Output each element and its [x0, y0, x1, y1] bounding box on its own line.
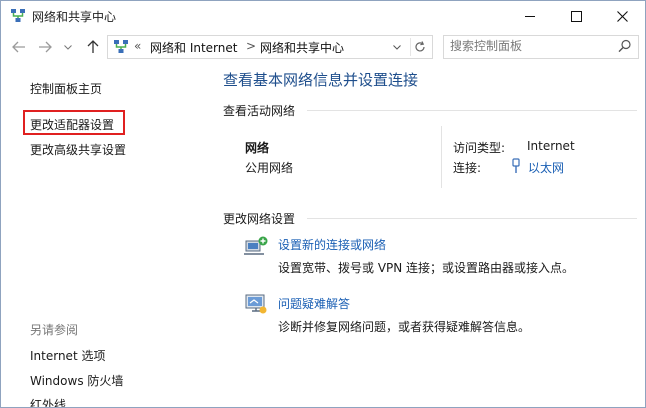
back-button[interactable] — [9, 37, 29, 57]
breadcrumb-network-sharing-center[interactable]: 网络和共享中心 — [260, 39, 344, 56]
window-title: 网络和共享中心 — [32, 10, 117, 24]
search-box[interactable] — [443, 35, 639, 59]
connection-label: 连接: — [453, 161, 482, 175]
forward-arrow-icon — [39, 41, 52, 53]
see-also-infrared[interactable]: 红外线 — [30, 396, 66, 407]
setup-connection-link[interactable]: 设置新的连接或网络 — [278, 236, 386, 253]
page-title: 查看基本网络信息并设置连接 — [223, 71, 419, 89]
breadcrumb-overflow[interactable]: « — [134, 39, 141, 53]
troubleshoot-link[interactable]: 问题疑难解答 — [278, 295, 350, 312]
sidebar-item-control-panel-home[interactable]: 控制面板主页 — [30, 80, 102, 97]
ethernet-icon — [512, 158, 520, 173]
access-type-label: 访问类型: — [453, 141, 506, 155]
divider — [441, 126, 442, 188]
search-icon[interactable] — [618, 39, 632, 53]
close-icon — [616, 10, 628, 22]
network-center-icon — [114, 40, 128, 53]
up-arrow-icon — [87, 40, 99, 53]
refresh-button[interactable] — [410, 38, 429, 56]
network-category: 公用网络 — [245, 161, 294, 175]
refresh-icon — [415, 41, 425, 52]
chevron-down-icon — [393, 44, 401, 50]
maximize-icon — [570, 10, 582, 22]
address-bar[interactable]: « 网络和 Internet > 网络和共享中心 — [107, 35, 433, 59]
navigation-bar: « 网络和 Internet > 网络和共享中心 — [1, 31, 645, 63]
window: 网络和共享中心 « 网络和 Internet > 网络和共享中心 搜索控制面板 … — [0, 0, 646, 408]
forward-button[interactable] — [35, 37, 55, 57]
network-name: 网络 — [245, 141, 270, 155]
see-also-heading: 另请参阅 — [30, 323, 79, 337]
breadcrumb-separator[interactable]: > — [246, 39, 256, 53]
minimize-button[interactable] — [507, 1, 553, 31]
up-button[interactable] — [83, 37, 103, 57]
back-arrow-icon — [12, 41, 25, 53]
chevron-down-icon — [64, 44, 72, 50]
minimize-icon — [525, 15, 535, 17]
title-bar: 网络和共享中心 — [1, 1, 645, 31]
search-input[interactable] — [450, 38, 610, 54]
divider — [307, 218, 637, 219]
see-also-internet-options[interactable]: Internet 选项 — [30, 347, 105, 364]
access-type-value: Internet — [527, 139, 575, 153]
breadcrumb-network-internet[interactable]: 网络和 Internet — [150, 39, 237, 56]
troubleshoot-description: 诊断并修复网络问题，或者获得疑难解答信息。 — [278, 320, 531, 334]
sidebar-item-advanced-sharing-settings[interactable]: 更改高级共享设置 — [30, 141, 126, 158]
troubleshoot-icon — [245, 294, 267, 314]
active-networks-heading: 查看活动网络 — [223, 104, 296, 118]
see-also-windows-firewall[interactable]: Windows 防火墙 — [30, 372, 123, 389]
address-dropdown-button[interactable] — [388, 38, 406, 56]
divider — [307, 110, 637, 111]
left-pane: 控制面板主页 更改适配器设置 更改高级共享设置 另请参阅 Internet 选项… — [1, 63, 213, 407]
network-center-icon — [11, 9, 25, 22]
maximize-button[interactable] — [553, 1, 599, 31]
sidebar-item-change-adapter-settings[interactable]: 更改适配器设置 — [30, 116, 114, 133]
new-connection-icon — [244, 236, 268, 255]
ethernet-link[interactable]: 以太网 — [528, 159, 564, 176]
close-button[interactable] — [599, 1, 645, 31]
setup-connection-description: 设置宽带、拨号或 VPN 连接；或设置路由器或接入点。 — [278, 261, 575, 275]
change-settings-heading: 更改网络设置 — [223, 212, 296, 226]
recent-locations-button[interactable] — [61, 37, 75, 57]
